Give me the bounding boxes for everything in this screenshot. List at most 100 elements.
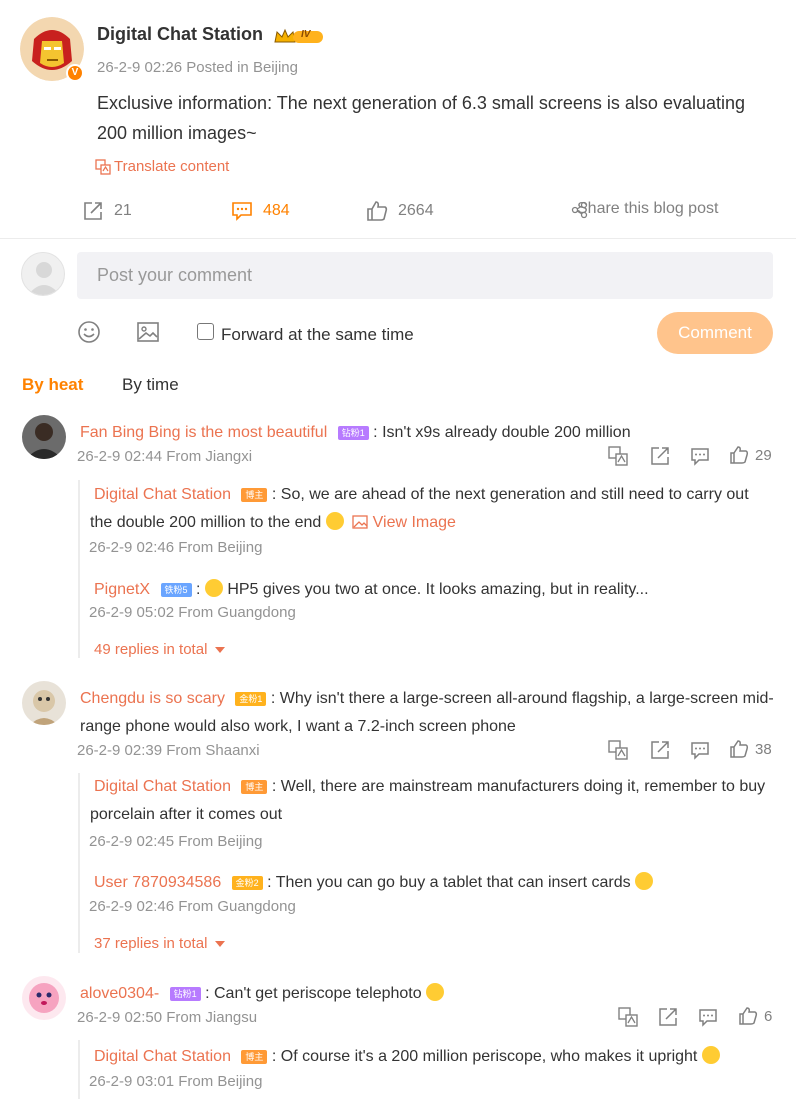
like-count: 29 xyxy=(755,446,772,464)
thumbs-up-icon xyxy=(730,740,749,758)
repost-icon[interactable] xyxy=(650,446,670,471)
emoji-icon xyxy=(78,321,100,343)
chevron-down-icon xyxy=(215,940,226,947)
more-replies-button[interactable]: 49 replies in total xyxy=(94,641,226,658)
comment-submit-button[interactable]: Comment xyxy=(657,312,773,354)
more-replies-label: 37 replies in total xyxy=(94,935,208,952)
comment-count: 484 xyxy=(263,202,290,219)
comment-like-button[interactable]: 38 xyxy=(729,739,772,759)
fan-badge: 铁粉5 xyxy=(160,582,192,597)
level-label: IV xyxy=(301,29,311,40)
cat-emoji-icon xyxy=(204,579,223,597)
share-label: Share this blog post xyxy=(577,200,719,217)
author-name[interactable]: Digital Chat Station xyxy=(97,24,263,45)
reply: PignetX 铁粉5 : HP5 gives you two at once.… xyxy=(94,579,649,598)
like-button[interactable]: 2664 xyxy=(366,200,434,222)
my-avatar xyxy=(21,252,65,296)
translate-icon[interactable] xyxy=(608,740,628,765)
reply-meta: 26-2-9 03:01 From Beijing xyxy=(89,1073,263,1090)
comment-text: Can't get periscope telephoto xyxy=(213,985,422,1002)
commenter-avatar[interactable] xyxy=(22,976,66,1020)
translate-icon[interactable] xyxy=(608,446,628,471)
commenter-avatar[interactable] xyxy=(22,681,66,725)
commenter-avatar[interactable] xyxy=(22,415,66,459)
reply-icon[interactable] xyxy=(698,1007,718,1032)
translate-icon xyxy=(95,158,111,175)
comment-like-button[interactable]: 6 xyxy=(738,1006,772,1026)
share-button[interactable]: Share this blog post xyxy=(571,200,719,219)
post-meta: 26-2-9 02:26 Posted in Beijing xyxy=(97,59,298,76)
replier-name[interactable]: Digital Chat Station xyxy=(94,486,231,503)
reply-icon[interactable] xyxy=(690,446,710,471)
commenter-name[interactable]: Fan Bing Bing is the most beautiful xyxy=(80,424,327,441)
repost-icon[interactable] xyxy=(650,740,670,765)
reply-meta: 26-2-9 02:46 From Beijing xyxy=(89,539,263,556)
host-badge: 博主 xyxy=(241,779,268,794)
sort-by-heat-tab[interactable]: By heat xyxy=(22,375,83,395)
like-count: 6 xyxy=(764,1007,773,1025)
sort-by-time-tab[interactable]: By time xyxy=(122,375,179,395)
verified-badge-icon: V xyxy=(66,64,84,82)
fan-badge: 金粉1 xyxy=(235,691,267,706)
replier-name[interactable]: Digital Chat Station xyxy=(94,1048,231,1065)
divider xyxy=(0,238,796,239)
fan-level-badge: IV xyxy=(273,27,325,45)
cat-emoji-icon xyxy=(426,983,445,1001)
comment-icon xyxy=(231,200,253,222)
comment-input[interactable] xyxy=(77,252,773,299)
reply-thread-line xyxy=(78,480,80,658)
replier-name[interactable]: User 7870934586 xyxy=(94,874,221,891)
repost-icon xyxy=(82,200,104,222)
host-badge: 博主 xyxy=(241,1049,268,1064)
fan-badge: 钻粉1 xyxy=(337,425,369,440)
image-icon xyxy=(137,322,159,342)
fan-badge: 金粉2 xyxy=(231,875,263,890)
view-image-link[interactable]: View Image xyxy=(373,514,456,531)
commenter-name[interactable]: Chengdu is so scary xyxy=(80,690,225,707)
reply-text: Of course it's a 200 million periscope, … xyxy=(280,1048,698,1065)
comment: alove0304- 钻粉1 : Can't get periscope tel… xyxy=(80,980,445,1008)
repost-count: 21 xyxy=(114,202,132,219)
comment: Fan Bing Bing is the most beautiful 钻粉1 … xyxy=(80,424,631,441)
fan-badge: 钻粉1 xyxy=(169,986,201,1001)
host-badge: 博主 xyxy=(241,487,268,502)
reply-icon[interactable] xyxy=(690,740,710,765)
reply: Digital Chat Station 博主 : Well, there ar… xyxy=(90,778,766,823)
more-replies-button[interactable]: 37 replies in total xyxy=(94,935,226,952)
replier-name[interactable]: PignetX xyxy=(94,581,150,598)
forward-checkbox[interactable] xyxy=(197,323,214,340)
forward-label: Forward at the same time xyxy=(221,325,414,344)
thumbs-up-icon xyxy=(730,446,749,464)
reply: Digital Chat Station 博主 : So, we are ahe… xyxy=(90,481,770,539)
comment-meta: 26-2-9 02:39 From Shaanxi xyxy=(77,742,260,759)
comment-count-button[interactable]: 484 xyxy=(231,200,290,222)
replier-name[interactable]: Digital Chat Station xyxy=(94,778,231,795)
reply-meta: 26-2-9 05:02 From Guangdong xyxy=(89,604,296,621)
reply-thread-line xyxy=(78,1040,80,1099)
comment: Chengdu is so scary 金粉1 : Why isn't ther… xyxy=(80,690,774,735)
commenter-name[interactable]: alove0304- xyxy=(80,985,159,1002)
translate-icon[interactable] xyxy=(618,1007,638,1032)
comment-like-button[interactable]: 29 xyxy=(729,445,772,465)
emoji-button[interactable] xyxy=(77,320,101,349)
translate-label: Translate content xyxy=(114,158,230,175)
smug-emoji-icon xyxy=(635,872,654,890)
repost-icon[interactable] xyxy=(658,1007,678,1032)
chevron-down-icon xyxy=(215,646,226,653)
reply-meta: 26-2-9 02:45 From Beijing xyxy=(89,833,263,850)
tongue-emoji-icon xyxy=(325,512,344,530)
smile-emoji-icon xyxy=(701,1046,720,1064)
share-icon xyxy=(571,201,589,219)
reply-thread-line xyxy=(78,773,80,953)
comment-text: Isn't x9s already double 200 million xyxy=(382,424,631,441)
reply-text: HP5 gives you two at once. It looks amaz… xyxy=(227,581,649,598)
reply-text: Then you can go buy a tablet that can in… xyxy=(275,874,631,891)
translate-button[interactable]: Translate content xyxy=(95,158,229,175)
reply: Digital Chat Station 博主 : Of course it's… xyxy=(94,1043,720,1071)
repost-button[interactable]: 21 xyxy=(82,200,132,222)
comment-meta: 26-2-9 02:50 From Jiangsu xyxy=(77,1009,258,1026)
image-button[interactable] xyxy=(136,320,160,349)
post-text: Exclusive information: The next generati… xyxy=(97,93,746,143)
reply-meta: 26-2-9 02:46 From Guangdong xyxy=(89,898,296,915)
more-replies-label: 49 replies in total xyxy=(94,641,208,658)
